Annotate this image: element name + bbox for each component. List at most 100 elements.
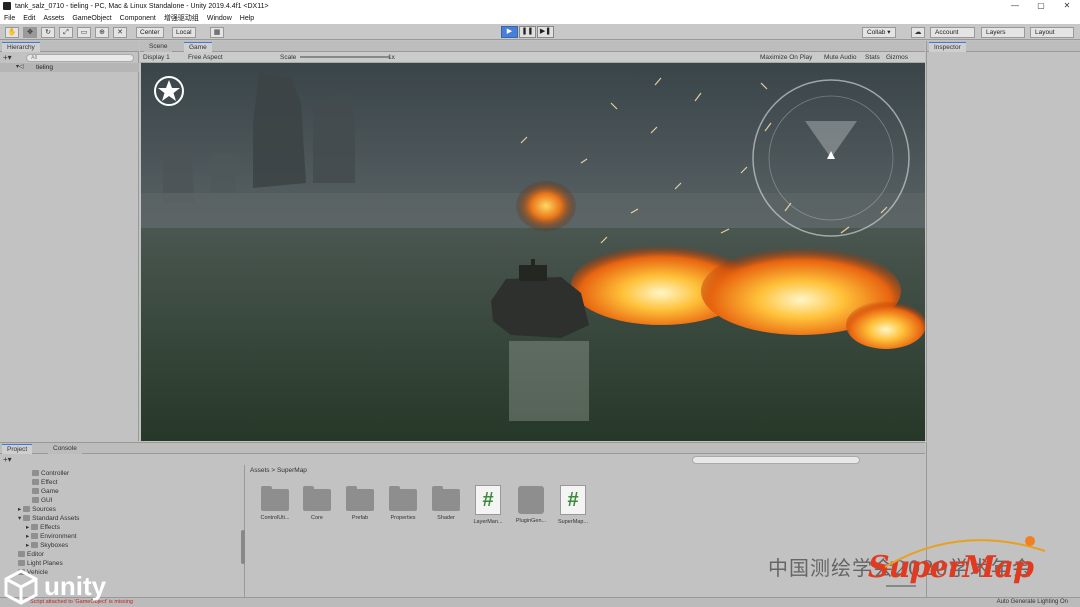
menu-file[interactable]: File [0,15,19,22]
folder-icon [389,486,417,511]
folder-icon [18,551,25,558]
tab-inspector[interactable]: Inspector [929,42,966,52]
scale-value: 1x [388,54,395,61]
play-button[interactable]: ▶ [501,26,518,38]
maximize-button[interactable]: ▢ [1028,0,1054,12]
breadcrumb: Assets > SuperMap [250,467,307,474]
hierarchy-tabbar: Hierarchy [0,41,139,52]
menu-bar: File Edit Assets GameObject Component 增强… [0,12,1080,24]
tree-item[interactable]: ▸ Sources [18,505,56,514]
folder-icon [31,524,39,531]
asset-item[interactable]: # SuperMap... [554,485,592,525]
folder-icon [346,486,374,511]
scale-slider[interactable] [300,56,390,58]
tab-scene[interactable]: Scene [144,42,173,52]
cloud-icon[interactable]: ☁ [911,27,925,38]
account-dropdown[interactable]: Account [930,27,975,38]
asset-item[interactable]: Prefab [341,486,379,521]
tree-item[interactable]: Editor [18,550,44,559]
step-button[interactable]: ▶❚ [537,26,554,38]
breadcrumb-supermap[interactable]: SuperMap [277,467,307,474]
tree-item[interactable]: ▸ Skyboxes [26,541,68,550]
breadcrumb-assets[interactable]: Assets [250,467,270,474]
hand-tool-icon[interactable]: ✋ [5,27,19,38]
asset-item[interactable]: Core [298,486,336,521]
asset-item[interactable]: # LayerMan... [469,485,507,525]
inspector-panel: Inspector [926,41,1080,441]
maximize-on-play-toggle[interactable]: Maximize On Play [760,53,812,62]
plugin-icon [518,486,544,514]
mute-audio-toggle[interactable]: Mute Audio [824,53,857,62]
scene-name: tieling [36,64,53,71]
tab-console[interactable]: Console [48,444,82,454]
menu-gameobject[interactable]: GameObject [68,15,115,22]
tab-hierarchy[interactable]: Hierarchy [2,42,40,52]
unity-app-icon [3,2,11,10]
tree-item[interactable]: Game [32,487,59,496]
main-toolbar: ✋ ✥ ↻ ⤢ ▭ ⊕ ✕ Center Local ▦ ▶ ❚❚ ▶❚ Col… [0,24,1080,40]
folder-icon [32,497,39,504]
unity-wordmark: unity [44,571,107,601]
scene-icon: ▾◁ [16,64,24,70]
grid-snap-icon[interactable]: ▦ [210,27,224,38]
folder-icon [23,506,31,513]
tree-item[interactable]: GUI [32,496,53,505]
rotate-tool-icon[interactable]: ↻ [41,27,55,38]
stats-toggle[interactable]: Stats [865,53,880,62]
hierarchy-panel: Hierarchy +▾ All ▾◁ tieling [0,41,139,441]
folder-icon [261,486,289,511]
project-tabbar: Project Console [0,443,925,454]
tree-scrollbar[interactable] [241,530,245,564]
pause-button[interactable]: ❚❚ [519,26,536,38]
title-bar: tank_salz_0710 - tieling - PC, Mac & Lin… [0,0,1080,12]
add-icon[interactable]: +▾ [3,53,12,62]
minimize-button[interactable]: — [1002,0,1028,12]
tree-item[interactable]: ▾ Standard Assets [18,514,79,523]
gizmos-dropdown[interactable]: Gizmos [886,53,908,62]
game-view-toolbar: Display 1 Free Aspect Scale 1x Maximize … [140,52,925,63]
project-search-input[interactable] [692,456,860,464]
close-button[interactable]: ✕ [1054,0,1080,12]
folder-icon [303,486,331,511]
tab-game[interactable]: Game [184,42,212,52]
asset-item[interactable]: Properties [384,486,422,521]
tab-project[interactable]: Project [2,444,33,454]
status-bar: Script attached to 'GameObject' is missi… [0,597,1080,607]
auto-lighting-status: Auto Generate Lighting On [996,599,1068,605]
layers-dropdown[interactable]: Layers [981,27,1025,38]
asset-item[interactable]: PluginGen... [512,486,550,524]
tree-item[interactable]: ▸ Effects [26,523,60,532]
menu-help[interactable]: Help [236,15,258,22]
aspect-dropdown[interactable]: Free Aspect [188,53,223,62]
asset-item[interactable]: ControlUti... [256,486,294,521]
menu-component[interactable]: Component [116,15,160,22]
asset-item[interactable]: Shader [427,486,465,521]
tree-item[interactable]: Effect [32,478,58,487]
menu-edit[interactable]: Edit [19,15,39,22]
folder-icon [32,470,39,477]
scale-tool-icon[interactable]: ⤢ [59,27,73,38]
menu-assets[interactable]: Assets [39,15,68,22]
scene-row[interactable]: ▾◁ tieling [0,63,139,72]
rect-tool-icon[interactable]: ▭ [77,27,91,38]
pivot-center-button[interactable]: Center [136,27,164,38]
display-dropdown[interactable]: Display 1 [143,53,170,62]
transform-tool-icon[interactable]: ⊕ [95,27,109,38]
tree-item[interactable]: ▸ Environment [26,532,77,541]
collab-dropdown[interactable]: Collab ▾ [862,27,896,38]
menu-custom[interactable]: 增强驱动组 [160,13,203,23]
icon-size-slider[interactable] [886,585,916,587]
layout-dropdown[interactable]: Layout [1030,27,1074,38]
tree-item[interactable]: Light Planes [18,559,63,568]
move-tool-icon[interactable]: ✥ [23,27,37,38]
pivot-local-button[interactable]: Local [172,27,196,38]
game-viewport[interactable] [141,63,925,441]
custom-tool-icon[interactable]: ✕ [113,27,127,38]
folder-icon [18,560,25,567]
hierarchy-search-input[interactable]: All [26,54,134,62]
tree-item[interactable]: Controller [32,469,69,478]
folder-icon [32,488,39,495]
menu-window[interactable]: Window [203,15,236,22]
project-add-icon[interactable]: +▾ [3,455,12,464]
unity-cube-icon [4,569,38,605]
